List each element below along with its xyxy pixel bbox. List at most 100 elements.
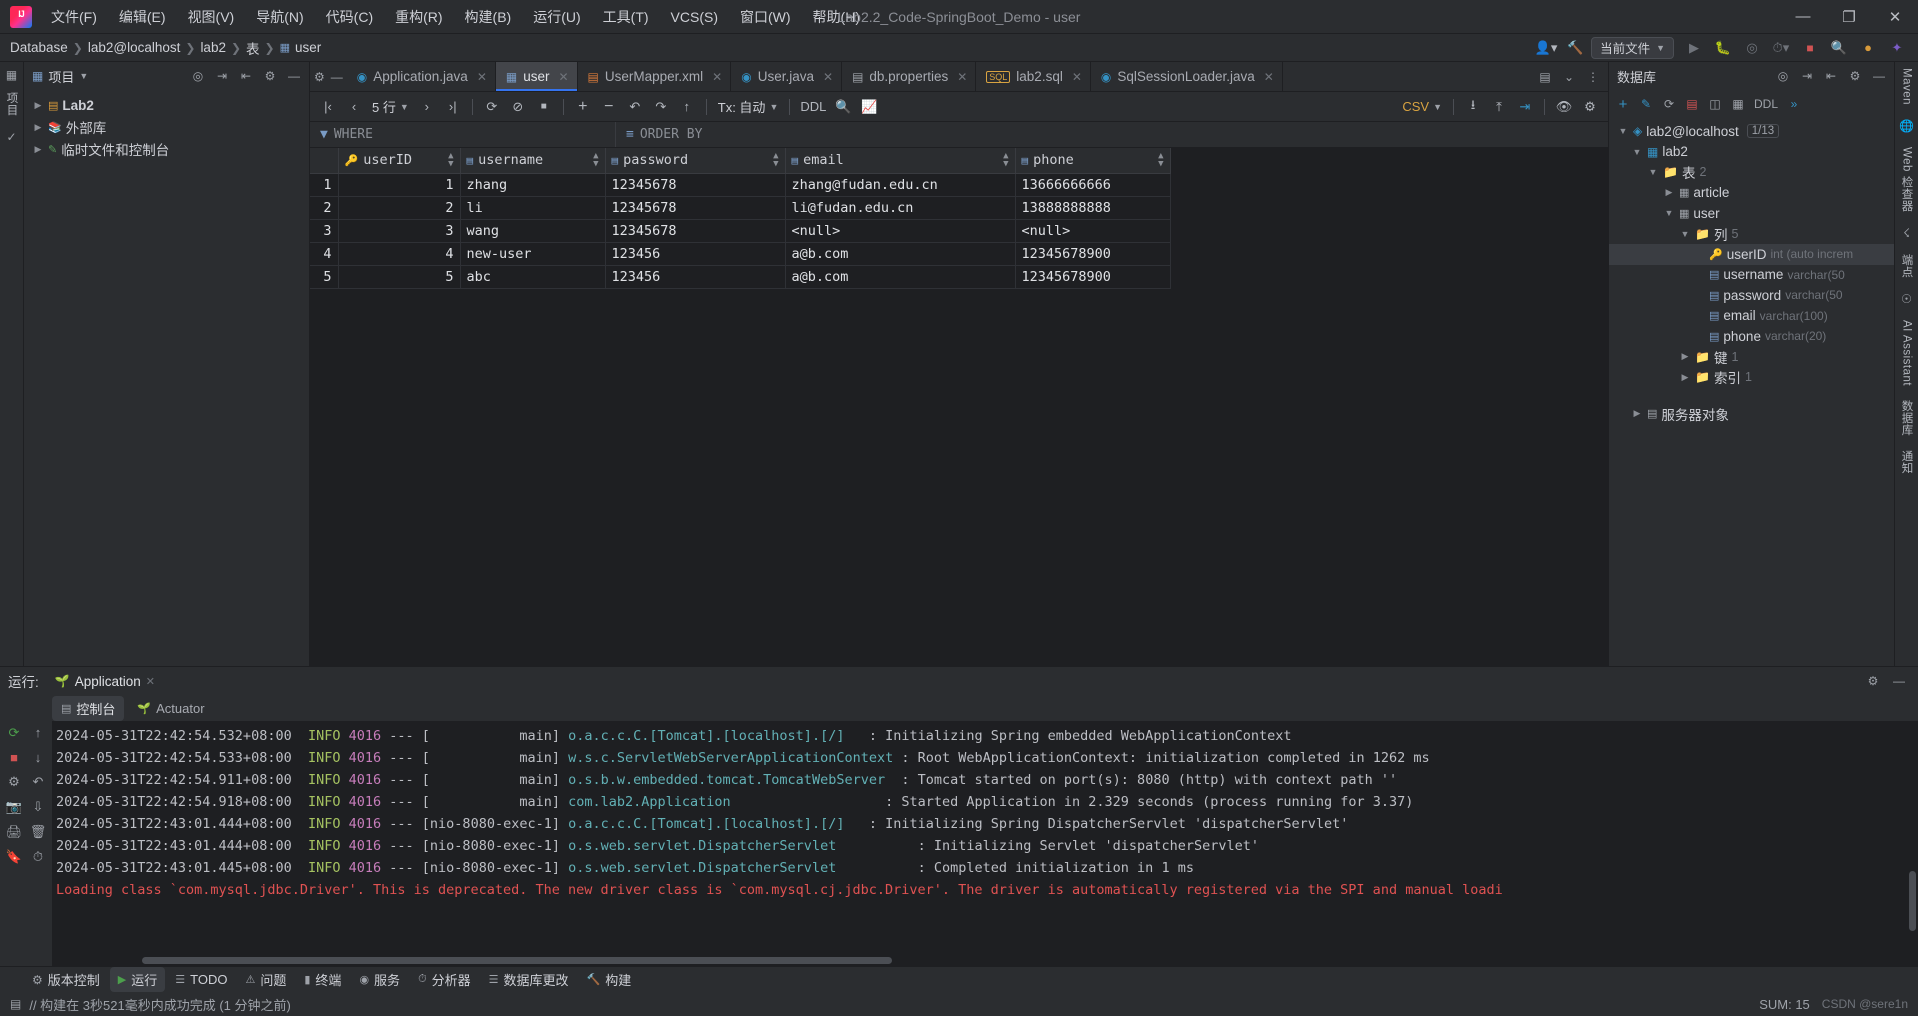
expand-icon[interactable]: ⇥	[211, 65, 233, 87]
breadcrumb-datasource[interactable]: lab2@localhost	[88, 40, 181, 55]
add-icon[interactable]: +	[1612, 93, 1634, 115]
cell-password[interactable]: 123456	[605, 265, 785, 288]
stop-icon[interactable]: ■	[5, 750, 23, 765]
chart-icon[interactable]: 📈	[857, 95, 881, 119]
close-icon[interactable]: ✕	[1264, 70, 1274, 84]
chevron-right-icon[interactable]: ▶	[32, 122, 44, 133]
db-tree-item-column-email[interactable]: ▤ email varchar(100)	[1609, 306, 1894, 327]
first-page-button[interactable]: |‹	[316, 95, 340, 119]
cell-userid[interactable]: 3	[338, 219, 460, 242]
chevron-down-icon[interactable]: ⌄	[1558, 66, 1580, 88]
db-tree-item-column-userid[interactable]: 🔑 userID int (auto increm	[1609, 244, 1894, 265]
chevron-down-icon[interactable]: ▼	[1631, 147, 1643, 157]
db-tree-item-column-phone[interactable]: ▤ phone varchar(20)	[1609, 326, 1894, 347]
project-tree-item-lab2[interactable]: ▶ ▤ Lab2	[24, 94, 309, 116]
updates-icon[interactable]: ●	[1855, 37, 1881, 59]
hide-icon[interactable]: —	[1868, 65, 1890, 87]
commit-icon[interactable]: ✓	[6, 130, 16, 144]
minimize-button[interactable]: —	[1780, 0, 1826, 34]
debug-icon[interactable]: 🐛	[1710, 37, 1736, 59]
table-row[interactable]: 5 5 abc 123456 a@b.com 12345678900	[310, 265, 1170, 288]
sort-indicator-icon[interactable]: ▲▼	[1158, 152, 1163, 168]
sort-indicator-icon[interactable]: ▲▼	[593, 152, 598, 168]
cell-phone[interactable]: 12345678900	[1015, 242, 1170, 265]
breadcrumb-tables[interactable]: 表	[246, 38, 260, 58]
thread-dump-icon[interactable]: ⚙	[5, 774, 23, 790]
column-header-username[interactable]: ▤ username ▲▼	[460, 148, 605, 173]
pin-icon[interactable]: ⚙	[314, 70, 325, 84]
collapse-icon[interactable]: ⇤	[1820, 65, 1842, 87]
menu-item-help[interactable]: 帮助(H)	[802, 3, 871, 31]
db-tree-item-user[interactable]: ▼ ▦ user	[1609, 203, 1894, 224]
hide-icon[interactable]: —	[283, 65, 305, 87]
expand-icon[interactable]: ⇥	[1796, 65, 1818, 87]
vertical-scrollbar[interactable]	[1909, 871, 1916, 931]
tool-button-todo[interactable]: ☰ TODO	[167, 969, 235, 990]
build-hammer-icon[interactable]: 🔨	[1562, 37, 1588, 59]
collapse-icon[interactable]: ⇤	[235, 65, 257, 87]
import-icon[interactable]: ⭳	[1461, 95, 1485, 119]
cell-phone[interactable]: 13666666666	[1015, 173, 1170, 196]
strip-label-database[interactable]: 数据库	[1899, 400, 1915, 436]
settings-icon[interactable]: ⚙	[1844, 65, 1866, 87]
settings-icon[interactable]: ⚙	[259, 65, 281, 87]
user-settings-icon[interactable]: 👤▾	[1533, 37, 1559, 59]
more-icon[interactable]: »	[1783, 93, 1805, 115]
tab-console[interactable]: ▤ 控制台	[52, 696, 124, 721]
reload-icon[interactable]: ⟳	[480, 95, 504, 119]
console-output[interactable]: 2024-05-31T22:42:54.532+08:00 INFO 4016 …	[52, 721, 1918, 966]
transaction-mode-selector[interactable]: Tx: 自动 ▼	[714, 97, 783, 116]
chevron-right-icon[interactable]: ▶	[32, 144, 44, 155]
project-tree-item-scratches[interactable]: ▶ ✎ 临时文件和控制台	[24, 138, 309, 160]
db-tree-item-indexes-folder[interactable]: ▶ 📁 索引 1	[1609, 367, 1894, 388]
ai-icon[interactable]: ✦	[1884, 37, 1910, 59]
db-tree-item-keys-folder[interactable]: ▶ 📁 键 1	[1609, 347, 1894, 368]
run-configuration-tab[interactable]: 🌱 Application ✕	[49, 672, 161, 691]
tab-usermapper-xml[interactable]: ▤ UserMapper.xml ✕	[578, 62, 732, 91]
sync-icon[interactable]: ▤	[1681, 93, 1703, 115]
cell-email[interactable]: a@b.com	[785, 265, 1015, 288]
table-row[interactable]: 4 4 new-user 123456 a@b.com 12345678900	[310, 242, 1170, 265]
cell-username[interactable]: li	[460, 196, 605, 219]
scroll-down-icon[interactable]: ↓	[29, 750, 47, 765]
refresh-icon[interactable]: ⟳	[1658, 93, 1680, 115]
page-size-selector[interactable]: 5 行 ▼	[368, 97, 413, 116]
chevron-down-icon[interactable]: ▼	[1679, 229, 1691, 239]
table-row[interactable]: 3 3 wang 12345678 <null> <null>	[310, 219, 1170, 242]
close-icon[interactable]: ✕	[712, 70, 722, 84]
chevron-right-icon[interactable]: ▶	[1663, 187, 1675, 198]
add-row-icon[interactable]: +	[571, 95, 595, 119]
profile-icon[interactable]: ⏱▾	[1768, 37, 1794, 59]
db-tree-item-columns-folder[interactable]: ▼ 📁 列 5	[1609, 224, 1894, 245]
cell-username[interactable]: zhang	[460, 173, 605, 196]
db-tree-item-tables-folder[interactable]: ▼ 📁 表 2	[1609, 162, 1894, 183]
run-configuration-selector[interactable]: 当前文件 ▼	[1591, 37, 1674, 59]
output-format-selector[interactable]: CSV ▼	[1398, 99, 1446, 114]
locate-icon[interactable]: ◎	[187, 65, 209, 87]
sql-console-icon[interactable]: ✎	[1635, 93, 1657, 115]
cell-username[interactable]: abc	[460, 265, 605, 288]
locate-icon[interactable]: ◎	[1772, 65, 1794, 87]
export-icon[interactable]: ⇩	[29, 799, 47, 815]
compare-icon[interactable]: ⇥	[1513, 95, 1537, 119]
project-icon[interactable]: ▦	[6, 68, 17, 82]
submit-icon[interactable]: ↑	[675, 95, 699, 119]
project-tree-item-external-libraries[interactable]: ▶ 📚 外部库	[24, 116, 309, 138]
ddl-button[interactable]: DDL	[797, 95, 829, 119]
cell-username[interactable]: wang	[460, 219, 605, 242]
strip-label-notifications[interactable]: 通知	[1899, 450, 1915, 474]
cell-email[interactable]: li@fudan.edu.cn	[785, 196, 1015, 219]
strip-label-endpoints[interactable]: 端点	[1899, 254, 1915, 278]
tool-button-profiler[interactable]: ⏱ 分析器	[410, 967, 479, 992]
delete-row-icon[interactable]: −	[597, 95, 621, 119]
history-icon[interactable]: ⏱	[29, 849, 47, 865]
strip-label-project[interactable]: 项目	[4, 92, 20, 116]
hide-icon[interactable]: —	[1888, 670, 1910, 692]
menu-item-run[interactable]: 运行(U)	[522, 3, 591, 31]
table-icon[interactable]: ▦	[1727, 93, 1749, 115]
horizontal-scrollbar[interactable]	[142, 957, 892, 964]
cell-phone[interactable]: 12345678900	[1015, 265, 1170, 288]
menu-item-refactor[interactable]: 重构(R)	[384, 3, 453, 31]
export-icon[interactable]: ⤒	[1487, 95, 1511, 119]
db-tree-item-column-username[interactable]: ▤ username varchar(50	[1609, 265, 1894, 286]
